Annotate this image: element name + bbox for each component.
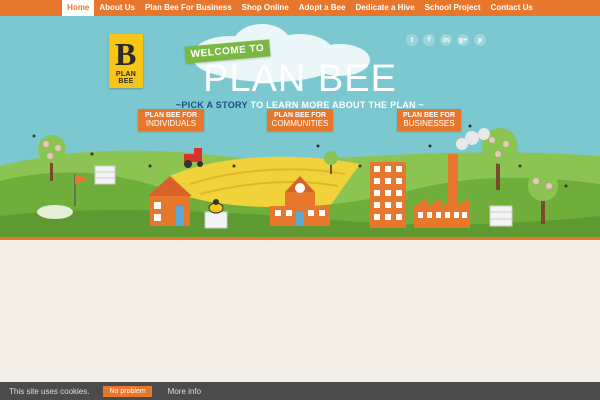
hero-banner: B PLAN BEE t f in g+ p WELCOME TO PLAN B… [0, 16, 600, 240]
communities-sign-button[interactable]: PLAN BEE FOR COMMUNITIES [267, 109, 333, 131]
twitter-icon[interactable]: t [406, 34, 418, 46]
cookie-more-info-link[interactable]: More info [168, 387, 201, 396]
nav-item-home[interactable]: Home [62, 0, 95, 16]
sign-line1: PLAN BEE FOR [402, 112, 456, 119]
cookie-message: This site uses cookies. [9, 386, 90, 396]
sign-line2: INDIVIDUALS [145, 119, 197, 128]
main-nav: Home About Us Plan Bee For Business Shop… [0, 0, 600, 16]
nav-item-about-us[interactable]: About Us [94, 0, 140, 16]
businesses-sign-button[interactable]: PLAN BEE FOR BUSINESSES [397, 109, 461, 131]
cookie-accept-button[interactable]: No problem [103, 385, 152, 397]
sign-line1: PLAN BEE FOR [273, 112, 327, 119]
nav-item-plan-bee-for-business[interactable]: Plan Bee For Business [140, 0, 237, 16]
individuals-sign-button[interactable]: PLAN BEE FOR INDIVIDUALS [138, 109, 204, 131]
beehive-icon [489, 205, 513, 227]
linkedin-icon[interactable]: in [440, 34, 452, 46]
sign-line2: COMMUNITIES [271, 119, 329, 128]
beehive-icon [94, 165, 116, 185]
facebook-icon[interactable]: f [423, 34, 435, 46]
nav-item-shop-online[interactable]: Shop Online [237, 0, 294, 16]
office-tower-building [370, 162, 406, 228]
sign-line2: BUSINESSES [403, 119, 455, 128]
nav-item-school-project[interactable]: School Project [420, 0, 486, 16]
social-links: t f in g+ p [406, 34, 486, 46]
pinterest-icon[interactable]: p [474, 34, 486, 46]
nav-item-contact-us[interactable]: Contact Us [486, 0, 538, 16]
cookie-bar: This site uses cookies. No problem More … [0, 382, 600, 400]
hero-title: PLAN BEE [203, 58, 397, 100]
sign-line1: PLAN BEE FOR [144, 112, 198, 119]
google-plus-icon[interactable]: g+ [457, 34, 469, 46]
nav-item-dedicate-a-hive[interactable]: Dedicate a Hive [350, 0, 419, 16]
nav-item-adopt-a-bee[interactable]: Adopt a Bee [294, 0, 351, 16]
